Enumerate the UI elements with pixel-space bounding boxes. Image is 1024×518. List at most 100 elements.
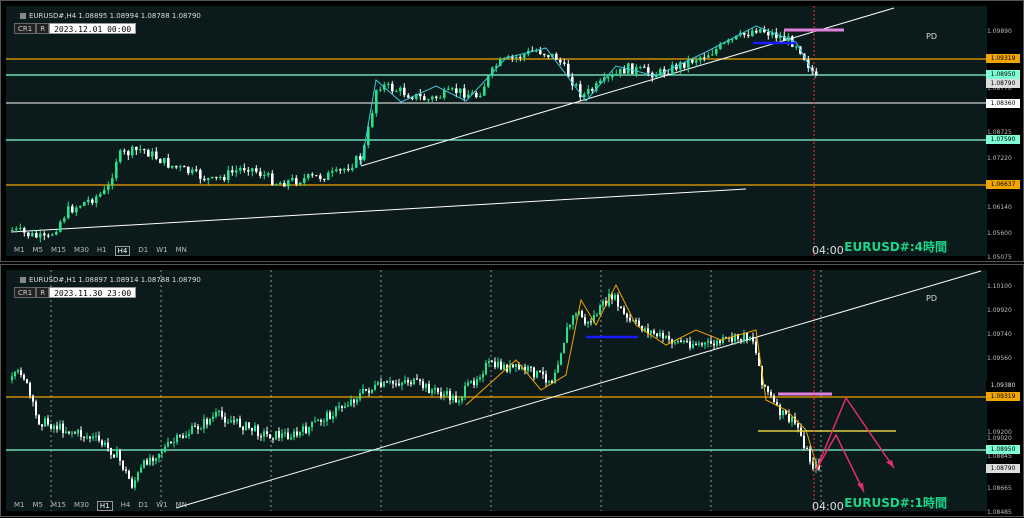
candle-body [431,389,433,394]
timeframe-m30[interactable]: M30 [74,501,89,511]
candle-body [119,450,121,461]
candle-body [89,436,91,439]
time-tick: 04:00 [812,244,844,257]
candle-body [587,321,589,324]
candle-body [638,320,640,327]
candle-body [555,53,558,60]
plot-area-h4[interactable]: EURUSD#,H4 1.08895 1.08994 1.08788 1.087… [6,6,987,257]
timeframe-h4[interactable]: H4 [114,246,131,256]
candle-body [755,341,757,353]
timeframe-mn[interactable]: MN [176,501,187,511]
candle-body [53,425,55,429]
candle-body [269,434,271,439]
candle-body [167,442,169,447]
timeframe-mn[interactable]: MN [176,246,187,256]
chart-title: EURUSD#:4時間 [844,240,947,254]
candle-body [272,438,274,440]
candle-body [263,175,266,177]
timeframe-h1[interactable]: H1 [97,246,107,256]
candle-body [401,382,403,386]
timeframe-h4[interactable]: H4 [121,501,131,511]
candle-body [459,88,462,94]
candle-body [284,432,286,434]
r-badge[interactable]: R [36,287,50,298]
candle-body [631,63,634,74]
chart-controls: CR1 R 2023.12.01 00:00 [14,23,137,34]
price-chart-h4[interactable] [6,6,987,256]
chart-window-h1[interactable]: EURUSD#,H1 1.08897 1.08914 1.08788 1.087… [0,264,1024,517]
timeframe-m5[interactable]: M5 [33,246,44,256]
candle-body [43,233,46,236]
candle-body [299,182,302,185]
axis-price-label: 1.09920 [987,307,1012,314]
candle-body [317,419,319,422]
candle-body [305,426,307,434]
candle-body [188,433,190,436]
axis-price-label: 1.08485 [987,509,1012,516]
candle-body [647,67,650,73]
datetime-box[interactable]: 2023.12.01 00:00 [49,23,137,34]
cr1-badge[interactable]: CR1 [14,287,37,298]
timeframe-d1[interactable]: D1 [138,501,148,511]
timeframe-m15[interactable]: M15 [51,246,66,256]
candle-body [395,91,398,93]
candle-body [59,423,61,430]
cr1-badge[interactable]: CR1 [14,23,37,34]
timeframe-w1[interactable]: W1 [156,501,167,511]
timeframe-m15[interactable]: M15 [51,501,66,511]
candle-body [599,305,601,315]
candle-body [135,146,138,151]
price-line-tag: 1.09319 [986,54,1020,63]
timeframe-m5[interactable]: M5 [33,501,44,511]
candle-body [665,335,667,339]
candle-body [683,340,685,342]
candle-body [247,170,250,172]
candle-body [63,218,66,222]
candle-body [103,189,106,195]
candle-body [215,412,217,417]
candle-body [91,199,94,204]
plot-area-h1[interactable]: EURUSD#,H1 1.08897 1.08914 1.08788 1.087… [6,270,987,513]
timeframe-m1[interactable]: M1 [14,246,25,256]
candle-body [239,168,242,171]
candle-body [377,382,379,385]
candle-body [175,165,178,168]
candle-body [483,86,486,96]
chart-icon [20,13,26,19]
candle-body [575,84,578,86]
candle-body [215,176,218,178]
datetime-box[interactable]: 2023.11.30 23:00 [49,287,137,298]
timeframe-m1[interactable]: M1 [14,501,25,511]
axis-price-label: 1.09560 [987,355,1012,362]
candle-body [197,426,199,430]
candle-body [350,399,352,406]
candle-body [231,170,234,173]
candle-body [146,460,148,465]
candle-body [323,421,325,423]
timeframe-w1[interactable]: W1 [156,246,167,256]
candle-body [329,412,331,420]
candle-body [701,343,703,345]
candle-body [161,451,163,454]
candle-body [770,391,772,396]
candle-body [320,419,322,422]
r-badge[interactable]: R [36,23,50,34]
candle-body [463,88,466,98]
candle-body [563,342,565,354]
axis-price-label: 1.05600 [987,230,1012,237]
price-chart-h1[interactable] [6,270,987,511]
candle-body [194,425,196,427]
timeframe-d1[interactable]: D1 [138,246,148,256]
candle-body [359,393,361,400]
candle-body [293,431,295,438]
candle-body [668,335,670,340]
candle-body [113,454,115,458]
candle-body [195,169,198,171]
candle-body [243,168,246,171]
chart-window-h4[interactable]: EURUSD#,H4 1.08895 1.08994 1.08788 1.087… [0,0,1024,262]
timeframe-h1[interactable]: H1 [96,501,113,511]
candle-body [338,406,340,408]
timeframe-m30[interactable]: M30 [74,246,89,256]
candle-body [327,172,330,180]
candle-body [475,92,478,98]
